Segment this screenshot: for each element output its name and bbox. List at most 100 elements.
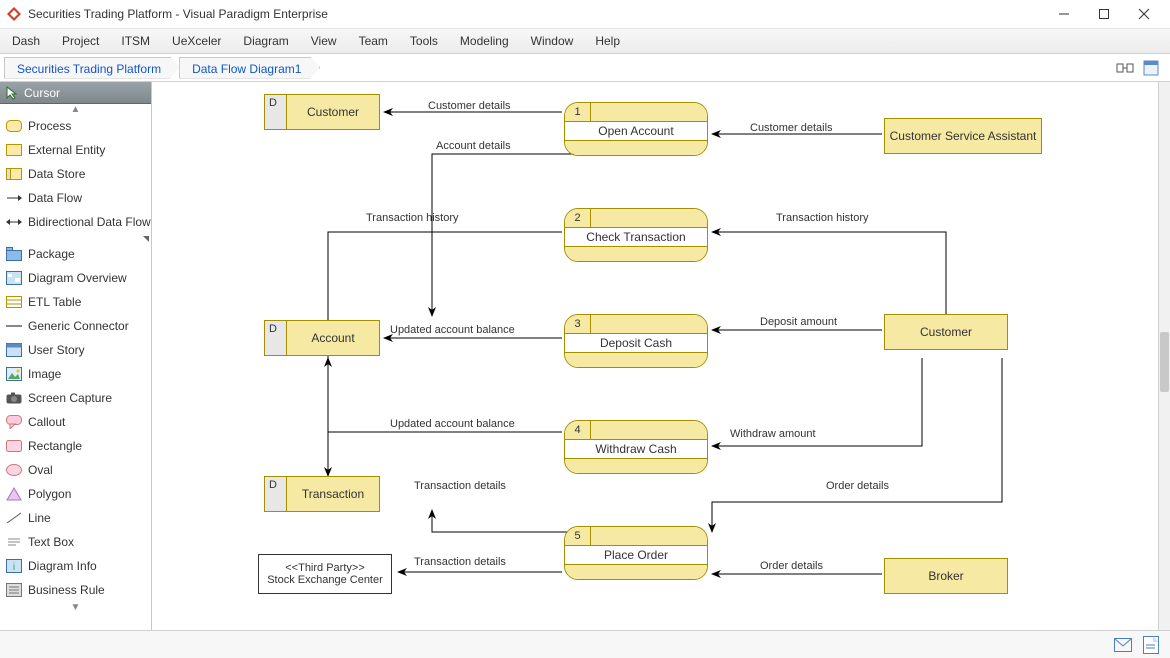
flow-label: Updated account balance [390,324,515,336]
third-party-name: Stock Exchange Center [267,574,383,586]
palette-rectangle[interactable]: Rectangle [0,434,151,458]
palette-callout[interactable]: Callout [0,410,151,434]
menu-team[interactable]: Team [359,34,388,48]
oval-icon [6,462,22,478]
textbox-icon [6,534,22,550]
flow-label: Transaction details [414,556,506,568]
polygon-icon [6,486,22,502]
info-icon: i [6,558,22,574]
palette-data-flow[interactable]: Data Flow [0,186,151,210]
palette-process[interactable]: Process [0,114,151,138]
diagram-canvas[interactable]: D Customer D Account D Transaction 1 Ope… [152,82,1170,630]
bidirectional-flow-icon [6,214,22,230]
callout-icon [6,414,22,430]
palette-etl[interactable]: ETL Table [0,290,151,314]
menu-project[interactable]: Project [62,34,99,48]
note-icon[interactable] [1142,636,1160,654]
line-icon [6,510,22,526]
external-customer[interactable]: Customer [884,314,1008,350]
data-store-icon [6,166,22,182]
palette-diagram-info[interactable]: iDiagram Info [0,554,151,578]
palette-line[interactable]: Line [0,506,151,530]
flow-label: Updated account balance [390,418,515,430]
process-check-transaction[interactable]: 2 Check Transaction [564,208,708,262]
datastore-label: Customer [287,95,379,129]
external-broker[interactable]: Broker [884,558,1008,594]
process-deposit-cash[interactable]: 3 Deposit Cash [564,314,708,368]
palette-bidir-flow[interactable]: Bidirectional Data Flow [0,210,151,234]
external-third-party[interactable]: <<Third Party>> Stock Exchange Center [258,554,392,594]
stereotype-label: <<Third Party>> [285,562,365,574]
status-bar [0,630,1170,658]
flow-label: Customer details [428,100,511,112]
palette-overview[interactable]: Diagram Overview [0,266,151,290]
datastore-account[interactable]: D Account [264,320,380,356]
menu-view[interactable]: View [311,34,337,48]
menu-bar: Dash Project ITSM UeXceler Diagram View … [0,28,1170,54]
flow-label: Order details [826,480,889,492]
palette-package[interactable]: Package [0,242,151,266]
breadcrumb-bar: Securities Trading Platform Data Flow Di… [0,54,1170,82]
package-icon [6,246,22,262]
menu-dash[interactable]: Dash [12,34,40,48]
process-place-order[interactable]: 5 Place Order [564,526,708,580]
flow-label: Order details [760,560,823,572]
menu-window[interactable]: Window [531,34,574,48]
rule-icon [6,582,22,598]
palette-business-rule[interactable]: Business Rule [0,578,151,602]
datastore-tag: D [265,321,287,355]
user-story-icon [6,342,22,358]
vertical-scrollbar[interactable] [1158,82,1170,630]
flow-label: Withdraw amount [730,428,816,440]
palette-header[interactable]: Cursor [0,82,151,104]
flow-label: Customer details [750,122,833,134]
menu-help[interactable]: Help [595,34,620,48]
data-flow-icon [6,190,22,206]
menu-itsm[interactable]: ITSM [121,34,150,48]
palette-collapse-down[interactable]: ▼ [0,602,151,612]
palette-polygon[interactable]: Polygon [0,482,151,506]
palette-textbox[interactable]: Text Box [0,530,151,554]
datastore-customer[interactable]: D Customer [264,94,380,130]
process-withdraw-cash[interactable]: 4 Withdraw Cash [564,420,708,474]
palette-divider [0,234,151,242]
palette-header-label: Cursor [24,86,60,100]
diagram-canvas-wrap: D Customer D Account D Transaction 1 Ope… [152,82,1170,630]
external-csa[interactable]: Customer Service Assistant [884,118,1042,154]
palette-external-entity[interactable]: External Entity [0,138,151,162]
menu-uexceler[interactable]: UeXceler [172,34,221,48]
palette-image[interactable]: Image [0,362,151,386]
process-open-account[interactable]: 1 Open Account [564,102,708,156]
flow-label: Transaction details [414,480,506,492]
menu-diagram[interactable]: Diagram [243,34,288,48]
mail-icon[interactable] [1114,636,1132,654]
image-icon [6,366,22,382]
palette-oval[interactable]: Oval [0,458,151,482]
palette-connector[interactable]: Generic Connector [0,314,151,338]
menu-modeling[interactable]: Modeling [460,34,509,48]
tool-palette: Cursor ▲ Process External Entity Data St… [0,82,152,630]
app-icon [6,6,22,22]
datastore-tag: D [265,477,287,511]
etl-icon [6,294,22,310]
rectangle-icon [6,438,22,454]
external-entity-icon [6,142,22,158]
maximize-button[interactable] [1084,0,1124,28]
minimize-button[interactable] [1044,0,1084,28]
title-bar: Securities Trading Platform - Visual Par… [0,0,1170,28]
palette-data-store[interactable]: Data Store [0,162,151,186]
palette-screen-capture[interactable]: Screen Capture [0,386,151,410]
close-button[interactable] [1124,0,1164,28]
palette-user-story[interactable]: User Story [0,338,151,362]
switch-pane-icon[interactable] [1140,57,1162,79]
datastore-label: Transaction [287,477,379,511]
breadcrumb-root[interactable]: Securities Trading Platform [4,57,180,79]
layout-icon[interactable] [1114,57,1136,79]
menu-tools[interactable]: Tools [410,34,438,48]
breadcrumb-current[interactable]: Data Flow Diagram1 [179,57,320,79]
flow-label: Transaction history [366,212,459,224]
datastore-transaction[interactable]: D Transaction [264,476,380,512]
datastore-label: Account [287,321,379,355]
palette-collapse-up[interactable]: ▲ [0,104,151,114]
overview-icon [6,270,22,286]
